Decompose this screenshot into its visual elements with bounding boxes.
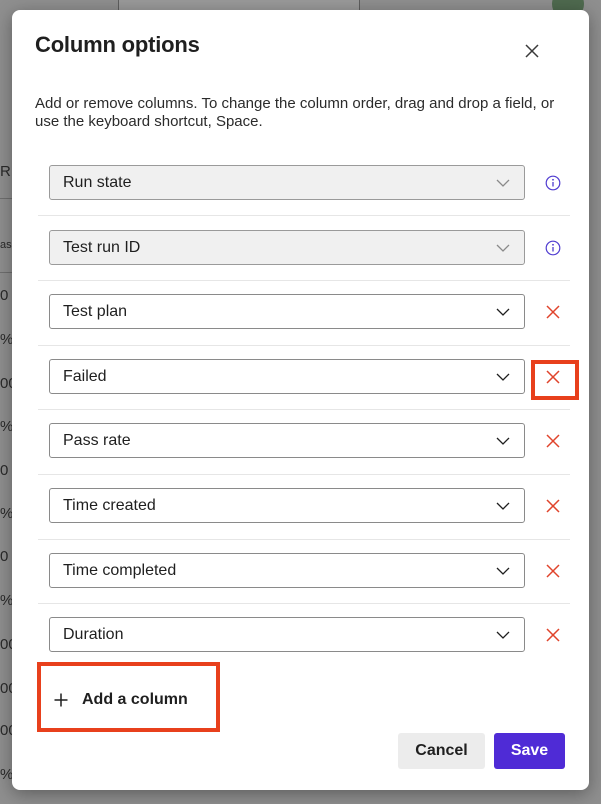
background-text: %: [0, 418, 12, 435]
column-row: Time completed: [38, 539, 568, 603]
column-select-label: Duration: [63, 626, 124, 643]
background-text: R: [0, 163, 11, 180]
chevron-down-icon: [496, 631, 510, 639]
column-row: Test plan: [38, 280, 568, 344]
background-text: 00: [0, 722, 12, 739]
background-text: %: [0, 766, 12, 783]
background-text: %: [0, 592, 12, 609]
column-select-label: Time completed: [63, 562, 177, 579]
column-select[interactable]: Pass rate: [49, 423, 525, 458]
remove-column-button[interactable]: [540, 622, 566, 648]
background-text: 0: [0, 462, 9, 479]
dialog-title: Column options: [35, 32, 200, 57]
remove-column-button[interactable]: [540, 299, 566, 325]
column-select-label: Time created: [63, 497, 156, 514]
remove-icon: [546, 628, 560, 642]
dialog-description: Add or remove columns. To change the col…: [35, 95, 555, 130]
column-select[interactable]: Time completed: [49, 553, 525, 588]
column-select[interactable]: Failed: [49, 359, 525, 394]
cancel-button[interactable]: Cancel: [398, 733, 485, 769]
column-select[interactable]: Test plan: [49, 294, 525, 329]
column-row: Run state: [38, 151, 568, 215]
highlight-add-column: [37, 662, 220, 732]
remove-column-button[interactable]: [540, 558, 566, 584]
column-select[interactable]: Duration: [49, 617, 525, 652]
column-select-label: Test run ID: [63, 239, 141, 256]
background-text: as: [0, 239, 12, 251]
column-select-label: Run state: [63, 174, 132, 191]
column-select-label: Test plan: [63, 303, 128, 320]
remove-column-button[interactable]: [540, 493, 566, 519]
chevron-down-icon: [496, 179, 510, 187]
info-icon: [545, 240, 561, 256]
chevron-down-icon: [496, 502, 510, 510]
column-row: Test run ID: [38, 216, 568, 280]
chevron-down-icon: [496, 567, 510, 575]
remove-icon: [546, 564, 560, 578]
info-button[interactable]: [540, 170, 566, 196]
remove-icon: [546, 305, 560, 319]
background-text: 0: [0, 287, 9, 304]
chevron-down-icon: [496, 308, 510, 316]
highlight-remove-failed: [531, 360, 579, 400]
column-options-dialog: Column options Add or remove columns. To…: [12, 10, 589, 790]
background-text: %: [0, 331, 12, 348]
background-text: 00: [0, 375, 12, 392]
column-select-label: Pass rate: [63, 432, 131, 449]
background-divider: [0, 272, 12, 273]
column-row: Failed: [38, 345, 568, 409]
save-button[interactable]: Save: [494, 733, 565, 769]
column-select[interactable]: Time created: [49, 488, 525, 523]
chevron-down-icon: [496, 437, 510, 445]
background-text: 0: [0, 548, 9, 565]
close-icon: [525, 44, 539, 58]
background-text: 00: [0, 680, 12, 697]
background-text: %: [0, 505, 12, 522]
close-button[interactable]: [521, 40, 543, 62]
remove-icon: [546, 499, 560, 513]
info-icon: [545, 175, 561, 191]
column-select: Run state: [49, 165, 525, 200]
chevron-down-icon: [496, 244, 510, 252]
info-button[interactable]: [540, 235, 566, 261]
background-text: 00: [0, 636, 12, 653]
column-row: Duration: [38, 603, 568, 667]
remove-column-button[interactable]: [540, 428, 566, 454]
column-row: Pass rate: [38, 409, 568, 473]
column-select-label: Failed: [63, 368, 107, 385]
background-divider: [0, 198, 12, 199]
remove-icon: [546, 434, 560, 448]
column-select: Test run ID: [49, 230, 525, 265]
column-row: Time created: [38, 474, 568, 538]
chevron-down-icon: [496, 373, 510, 381]
